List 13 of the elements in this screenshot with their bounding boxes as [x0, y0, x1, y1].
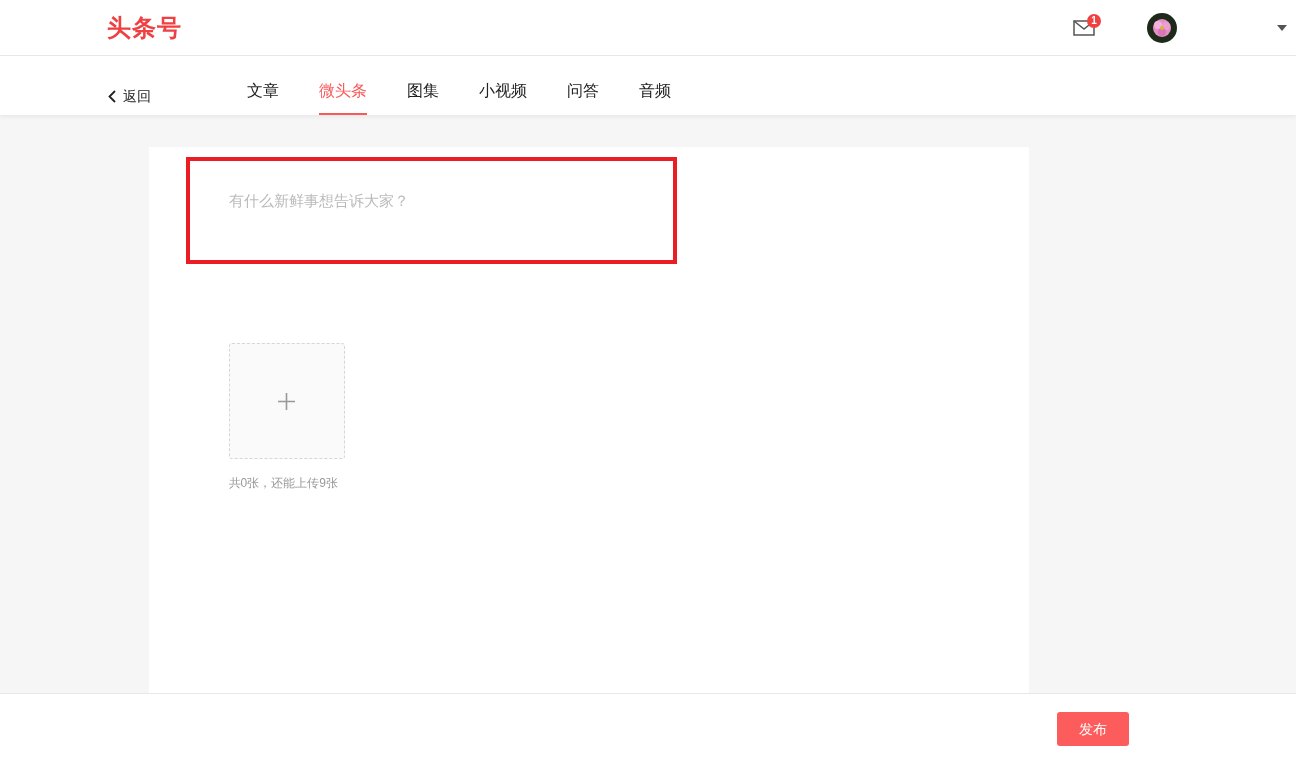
post-input[interactable]: 有什么新鲜事想告诉大家？ [228, 190, 649, 213]
nav-tab[interactable]: 文章 [247, 74, 279, 115]
nav-tab[interactable]: 问答 [567, 74, 599, 115]
nav-tab[interactable]: 小视频 [479, 74, 527, 115]
upload-caption: 共0张，还能上传9张 [228, 475, 339, 492]
logo[interactable]: 头条号 [107, 9, 182, 46]
nav-tab[interactable]: 图集 [407, 74, 439, 115]
plus-icon [278, 392, 295, 410]
back-link[interactable]: 返回 [108, 77, 151, 115]
chevron-left-icon [108, 89, 116, 103]
nav-tab[interactable]: 音频 [639, 74, 671, 115]
dropdown-caret-icon[interactable] [1277, 24, 1287, 31]
notification-badge: 1 [1087, 13, 1101, 28]
